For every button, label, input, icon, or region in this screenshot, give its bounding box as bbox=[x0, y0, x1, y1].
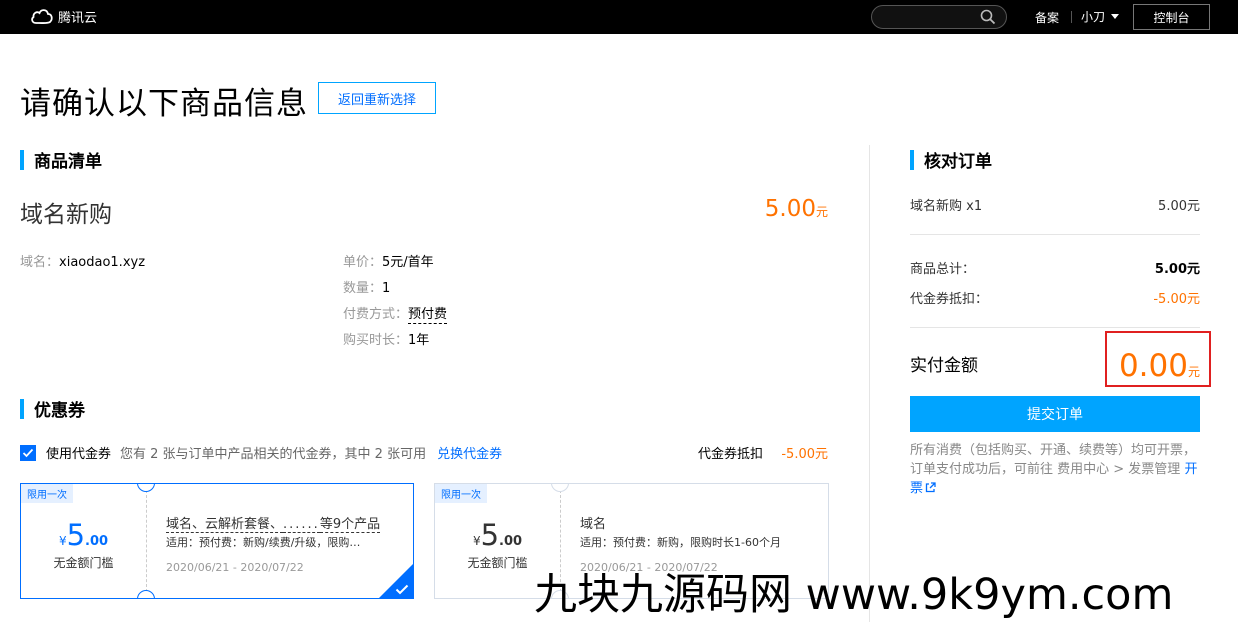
coupon-heading: 优惠券 bbox=[20, 396, 85, 421]
divider bbox=[910, 234, 1200, 235]
search-input[interactable] bbox=[871, 5, 1007, 29]
column-divider bbox=[869, 145, 870, 622]
coupon-title: 域名、云解析套餐、......等9个产品 bbox=[166, 513, 381, 533]
pay-amount: 0.00元 bbox=[1119, 348, 1200, 384]
coupon-divider bbox=[146, 490, 147, 592]
coupon-notch bbox=[551, 484, 569, 492]
check-icon bbox=[22, 448, 34, 457]
section-accent-bar bbox=[20, 149, 24, 170]
section-title: 核对订单 bbox=[924, 152, 992, 172]
product-list-heading: 商品清单 bbox=[20, 147, 102, 172]
pay-amount-unit: 元 bbox=[1187, 365, 1200, 379]
coupon-amount: ¥5.00 bbox=[435, 518, 560, 552]
coupon-card[interactable]: 限用一次 ¥5.00 无金额门槛 域名、云解析套餐、......等9个产品 适用… bbox=[20, 483, 414, 599]
coupon-deduct-label: 代金券抵扣 bbox=[698, 447, 764, 462]
divider bbox=[910, 327, 1200, 328]
domain-field: 域名：xiaodao1.xyz bbox=[20, 251, 145, 270]
coupon-title-ellipsis: ...... bbox=[283, 517, 320, 533]
total-row: 商品总计： 5.00元 bbox=[910, 258, 1200, 277]
coupon-threshold: 无金额门槛 bbox=[53, 556, 114, 570]
use-coupon-row: 使用代金券 您有 2 张与订单中产品相关的代金券，其中 2 张可用 兑换代金券 bbox=[20, 443, 502, 462]
product-price-value: 5.00 bbox=[764, 196, 816, 222]
coupon-amount-int: 5 bbox=[480, 518, 500, 552]
coupon-title-products[interactable]: 域名、云解析套餐、 bbox=[166, 517, 284, 533]
coupon-deduct-row-label: 代金券抵扣： bbox=[910, 292, 989, 307]
product-price: 5.00元 bbox=[765, 196, 828, 222]
coupon-scope: 适用：预付费：新购/续费/升级，限购… bbox=[166, 536, 361, 549]
coupon-notch bbox=[137, 590, 155, 598]
tencent-cloud-logo[interactable]: 腾讯云 bbox=[30, 7, 97, 26]
quantity-label: 数量： bbox=[343, 281, 383, 296]
order-item-label: 域名新购 x1 bbox=[910, 199, 983, 214]
coupon-amount-dec: .00 bbox=[499, 534, 523, 549]
coupon-title-count: 等9个产品 bbox=[319, 517, 381, 533]
product-price-unit: 元 bbox=[815, 205, 828, 219]
use-coupon-checkbox[interactable] bbox=[20, 444, 36, 461]
coupon-deduct-value: -5.00元 bbox=[781, 447, 828, 462]
duration-label: 购买时长： bbox=[343, 333, 409, 348]
nav-beian-link[interactable]: 备案 bbox=[1035, 9, 1059, 26]
unit-price-value: 5元/首年 bbox=[382, 255, 434, 270]
coupon-tag: 限用一次 bbox=[435, 484, 487, 503]
pay-amount-value: 0.00 bbox=[1118, 348, 1188, 384]
caret-down-icon bbox=[1111, 14, 1120, 19]
check-icon bbox=[395, 584, 409, 595]
coupon-amount-int: 5 bbox=[66, 518, 86, 552]
quantity-field: 数量：1 bbox=[343, 277, 390, 296]
console-button[interactable]: 控制台 bbox=[1133, 4, 1210, 30]
user-name: 小刀 bbox=[1081, 10, 1106, 24]
coupon-currency: ¥ bbox=[58, 534, 67, 548]
unit-price-label: 单价： bbox=[343, 255, 383, 270]
invoice-note: 所有消费（包括购买、开通、续费等）均可开票，订单支付成功后，可前往 费用中心 >… bbox=[910, 441, 1202, 498]
nav-divider bbox=[1071, 11, 1072, 23]
submit-order-button[interactable]: 提交订单 bbox=[910, 396, 1200, 432]
pay-method-field: 付费方式：预付费 bbox=[343, 303, 448, 324]
domain-label: 域名： bbox=[20, 255, 60, 270]
duration-value: 1年 bbox=[408, 333, 430, 348]
order-item-value: 5.00元 bbox=[1158, 199, 1200, 214]
section-accent-bar bbox=[20, 398, 24, 419]
total-label: 商品总计： bbox=[910, 262, 976, 277]
back-reselect-button[interactable]: 返回重新选择 bbox=[318, 82, 436, 114]
coupon-scope: 适用：预付费：新购，限购时长1-60个月 bbox=[580, 536, 781, 549]
search-icon[interactable] bbox=[980, 9, 996, 25]
cloud-logo-icon bbox=[31, 8, 53, 24]
external-link-icon bbox=[925, 482, 936, 493]
order-check-heading: 核对订单 bbox=[910, 147, 992, 172]
coupon-tag: 限用一次 bbox=[21, 484, 73, 503]
coupon-currency: ¥ bbox=[472, 534, 481, 548]
use-coupon-label[interactable]: 使用代金券 bbox=[46, 443, 111, 462]
coupon-date: 2020/06/21 - 2020/07/22 bbox=[166, 561, 304, 574]
total-value: 5.00元 bbox=[1154, 262, 1200, 277]
pay-method-label: 付费方式： bbox=[343, 307, 409, 322]
coupon-deduct-row-value: -5.00元 bbox=[1153, 292, 1200, 307]
section-accent-bar bbox=[910, 149, 914, 170]
coupon-deduct-row: 代金券抵扣： -5.00元 bbox=[910, 288, 1200, 307]
pay-amount-label: 实付金额 bbox=[910, 356, 978, 376]
coupon-amount: ¥5.00 bbox=[21, 518, 146, 552]
unit-price-field: 单价：5元/首年 bbox=[343, 251, 434, 270]
top-nav-bar: 腾讯云 备案 小刀 控制台 bbox=[0, 0, 1238, 34]
order-item-row: 域名新购 x1 5.00元 bbox=[910, 195, 1200, 214]
section-title: 商品清单 bbox=[34, 152, 102, 172]
product-name: 域名新购 bbox=[20, 202, 112, 228]
redeem-coupon-link[interactable]: 兑换代金券 bbox=[437, 443, 502, 462]
domain-value: xiaodao1.xyz bbox=[59, 255, 146, 270]
watermark-text: 九块九源码网 www.9k9ym.com bbox=[534, 570, 1174, 620]
logo-text: 腾讯云 bbox=[58, 11, 98, 26]
coupon-amount-dec: .00 bbox=[85, 534, 109, 549]
quantity-value: 1 bbox=[382, 281, 391, 296]
duration-field: 购买时长：1年 bbox=[343, 329, 429, 348]
coupon-notch bbox=[137, 484, 155, 492]
invoice-note-text: 所有消费（包括购买、开通、续费等）均可开票，订单支付成功后，可前往 费用中心 >… bbox=[910, 443, 1197, 477]
coupon-title: 域名 bbox=[580, 517, 607, 532]
page-title: 请确认以下商品信息 bbox=[20, 86, 308, 122]
user-menu[interactable]: 小刀 bbox=[1081, 8, 1120, 25]
coupon-availability-text: 您有 2 张与订单中产品相关的代金券，其中 2 张可用 bbox=[120, 447, 427, 462]
section-title: 优惠券 bbox=[34, 401, 85, 421]
pay-method-value[interactable]: 预付费 bbox=[408, 307, 448, 324]
